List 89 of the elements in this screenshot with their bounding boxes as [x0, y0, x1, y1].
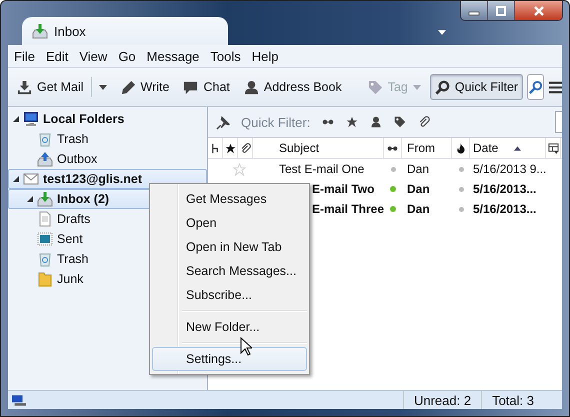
toolbar-button[interactable]: Address Book — [238, 74, 347, 100]
star-icon[interactable] — [233, 162, 246, 176]
folder-item[interactable]: Trash — [8, 129, 207, 149]
tab[interactable]: Inbox — [22, 17, 228, 45]
context-menu-item[interactable]: Search Messages... — [152, 259, 307, 283]
pin-icon[interactable] — [216, 114, 231, 130]
context-menu-item[interactable]: Settings... — [152, 347, 307, 371]
context-menu-item[interactable]: Open — [152, 211, 307, 235]
folder-item[interactable]: Local Folders — [8, 109, 207, 129]
star-icon[interactable] — [224, 142, 236, 154]
close-button[interactable] — [515, 1, 562, 20]
table-cell: 5/16/2013... — [473, 202, 536, 216]
column-header[interactable]: Date — [470, 138, 546, 158]
speech-bubble-icon — [183, 80, 198, 94]
table-cell: E-mail Two — [312, 182, 374, 196]
total-count: Total: 3 — [481, 391, 544, 409]
folder-icon — [37, 271, 53, 287]
computer-icon — [23, 111, 39, 127]
menu-item[interactable]: View — [79, 48, 108, 64]
priority-dot — [458, 206, 464, 212]
context-menu-item[interactable]: Subscribe... — [152, 283, 307, 307]
table-cell: Dan — [407, 202, 430, 216]
menu-item[interactable]: Message — [146, 48, 200, 64]
menu-item[interactable]: Edit — [46, 48, 68, 64]
person-icon — [244, 80, 259, 94]
flame-icon[interactable] — [455, 142, 466, 154]
trash-icon — [37, 251, 53, 267]
menu-item[interactable]: Go — [118, 48, 136, 64]
read-status-dot[interactable] — [390, 186, 396, 192]
caret-icon — [98, 84, 107, 90]
folder-item[interactable]: Outbox — [8, 149, 207, 169]
tab-list-icon[interactable] — [438, 30, 446, 35]
envelope-icon — [23, 171, 39, 187]
column-picker-icon[interactable] — [548, 142, 558, 154]
priority-dot — [458, 186, 464, 192]
expander-icon[interactable] — [13, 176, 19, 182]
tag-icon[interactable] — [394, 116, 406, 128]
outbox-icon — [37, 151, 53, 167]
inbox-icon — [37, 191, 53, 207]
column-header[interactable]: Subject — [253, 138, 384, 158]
read-status-dot[interactable] — [390, 206, 396, 212]
unread-count: Unread: 2 — [402, 391, 482, 409]
expander-icon[interactable] — [27, 196, 33, 202]
table-cell: 5/16/2013... — [473, 182, 536, 196]
context-menu-item[interactable]: New Folder... — [152, 315, 307, 339]
maximize-button[interactable] — [488, 1, 515, 20]
person-icon[interactable] — [370, 116, 382, 128]
document-icon — [37, 211, 53, 227]
toolbar-button[interactable]: Chat — [178, 74, 235, 100]
close-icon — [532, 6, 544, 16]
column-header[interactable]: From — [402, 138, 452, 158]
tag-icon — [368, 80, 383, 94]
context-menu-item[interactable]: Open in New Tab — [152, 235, 307, 259]
folder-item[interactable]: test123@glis.net — [8, 169, 207, 189]
maximize-icon — [495, 6, 507, 16]
caret-icon — [412, 84, 421, 90]
read-status-dot[interactable] — [390, 166, 396, 172]
pencil-icon — [120, 80, 136, 94]
minimize-button[interactable] — [461, 1, 488, 20]
expander-icon[interactable] — [13, 116, 19, 122]
tab-title: Inbox — [54, 24, 86, 38]
menu-item[interactable]: File — [14, 48, 35, 64]
online-status-icon[interactable] — [12, 394, 26, 406]
menu-icon — [548, 80, 564, 94]
sort-ascending-icon — [514, 146, 522, 150]
table-cell: Dan — [407, 162, 430, 176]
table-cell: Dan — [407, 182, 430, 196]
priority-dot — [458, 166, 464, 172]
stamp-icon — [37, 231, 53, 247]
toolbar-button[interactable]: Get Mail — [12, 74, 112, 100]
search-icon — [528, 80, 544, 94]
search-button[interactable] — [527, 74, 544, 100]
toolbar-button[interactable]: Write — [116, 74, 174, 100]
thread-icon[interactable] — [210, 142, 220, 154]
toolbar-button[interactable]: Quick Filter — [430, 74, 524, 100]
menu-item[interactable]: Tools — [210, 48, 241, 64]
table-cell: Test E-mail One — [279, 162, 364, 176]
trash-icon — [37, 131, 53, 147]
star-icon[interactable] — [346, 116, 358, 128]
paperclip-icon[interactable] — [240, 142, 250, 154]
inbox-icon — [32, 23, 48, 39]
paperclip-icon[interactable] — [418, 116, 430, 128]
download-icon — [17, 80, 32, 94]
search-icon — [434, 80, 450, 94]
quick-filter-label: Quick Filter: — [241, 114, 310, 130]
menu-item[interactable]: Help — [252, 48, 279, 64]
table-cell: 5/16/2013 9... — [473, 162, 546, 176]
table-cell: E-mail Three — [312, 202, 384, 216]
filter-field[interactable] — [555, 111, 562, 133]
